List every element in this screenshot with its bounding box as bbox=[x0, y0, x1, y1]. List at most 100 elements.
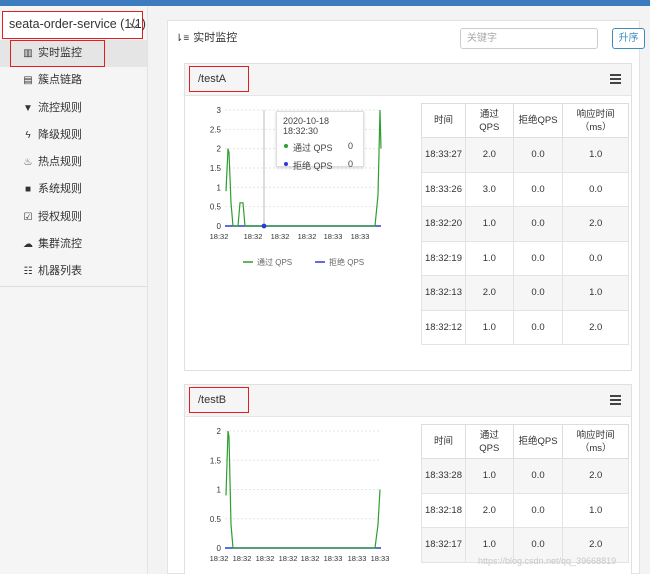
sidebar-item-label: 系统规则 bbox=[38, 183, 82, 196]
x-tick-label: 18:32 bbox=[244, 232, 263, 241]
sidebar-item-auth-rules[interactable]: ☑ 授权规则 bbox=[0, 204, 147, 231]
y-tick-label: 0 bbox=[217, 222, 222, 231]
x-tick-label: 18:33 bbox=[371, 554, 390, 563]
sidebar-menu: ▥ 实时监控 ▤ 簇点链路 ▼ 流控规则 ϟ 降级规则 ♨ 热点规则 ■ 系统规… bbox=[0, 40, 147, 286]
column-header: 时间 bbox=[421, 103, 466, 138]
block-dot-icon bbox=[284, 162, 288, 166]
table-row: 18:32:13 2.0 0.0 1.0 bbox=[421, 275, 629, 311]
sidebar-item-cluster-flow[interactable]: ☁ 集群流控 bbox=[0, 231, 147, 258]
sidebar-item-degrade-rules[interactable]: ϟ 降级规则 bbox=[0, 122, 147, 149]
table-cell: 0.0 bbox=[512, 240, 564, 276]
table-row: 18:32:20 1.0 0.0 2.0 bbox=[421, 206, 629, 242]
table-cell: 1.0 bbox=[562, 492, 629, 528]
table-cell: 0.0 bbox=[512, 206, 564, 242]
table-cell: 2.0 bbox=[562, 458, 629, 494]
table-cell: 18:32:17 bbox=[421, 527, 466, 563]
table-cell: 0.0 bbox=[512, 309, 564, 345]
sidebar-divider bbox=[0, 286, 147, 287]
y-tick-label: 1 bbox=[217, 486, 222, 495]
sidebar-item-flow-rules[interactable]: ▼ 流控规则 bbox=[0, 95, 147, 122]
sort-ascending-button[interactable]: 升序 bbox=[612, 28, 645, 49]
x-tick-label: 18:32 bbox=[210, 232, 229, 241]
table-cell: 18:32:19 bbox=[421, 240, 466, 276]
sidebar: seata-order-service (1/1) ▥ 实时监控 ▤ 簇点链路 … bbox=[0, 6, 148, 574]
tooltip-block-row: 拒绝 QPS 0 bbox=[283, 159, 357, 172]
table-cell: 0.0 bbox=[512, 492, 564, 528]
y-tick-label: 2.5 bbox=[210, 125, 222, 134]
legend-label: 拒绝 QPS bbox=[329, 257, 364, 267]
y-tick-label: 2 bbox=[217, 427, 222, 436]
tooltip-block-value: 0 bbox=[347, 159, 353, 169]
table-cell: 18:32:12 bbox=[421, 309, 466, 345]
tooltip-block-label: 拒绝 QPS bbox=[293, 161, 333, 171]
sidebar-item-label: 流控规则 bbox=[38, 101, 82, 114]
table-cell: 2.0 bbox=[464, 137, 514, 173]
table-cell: 0.0 bbox=[512, 137, 564, 173]
table-cell: 1.0 bbox=[562, 137, 629, 173]
table-cell: 2.0 bbox=[464, 492, 514, 528]
y-tick-label: 1.5 bbox=[210, 164, 222, 173]
search-input[interactable] bbox=[460, 28, 598, 49]
table-cell: 2.0 bbox=[562, 206, 629, 242]
x-tick-label: 18:32 bbox=[279, 554, 298, 563]
x-tick-label: 18:32 bbox=[301, 554, 320, 563]
table-row: 18:33:26 3.0 0.0 0.0 bbox=[421, 171, 629, 207]
app-selector-label: seata-order-service (1/1) bbox=[9, 17, 146, 31]
column-header: 拒绝QPS bbox=[512, 103, 564, 138]
watermark: https://blog.csdn.net/qq_39668819 bbox=[478, 556, 617, 566]
hover-point bbox=[261, 223, 267, 229]
table-cell: 0.0 bbox=[562, 240, 629, 276]
qps-line-chart: 00.511.5218:32 18:32 18:32 18:32 18:32 18:33 1… bbox=[210, 427, 390, 563]
table-row: 18:32:12 1.0 0.0 2.0 bbox=[421, 309, 629, 345]
table-cell: 18:33:26 bbox=[421, 171, 466, 207]
table-cell: 2.0 bbox=[464, 275, 514, 311]
pass-dot-icon bbox=[284, 144, 288, 148]
table-cell: 0.0 bbox=[512, 275, 564, 311]
tooltip-time: 2020-10-18 18:32:30 bbox=[283, 116, 330, 136]
list-icon: ▤ bbox=[23, 75, 33, 87]
table-cell: 18:33:28 bbox=[421, 458, 466, 494]
fire-icon: ♨ bbox=[23, 157, 33, 169]
sidebar-item-cluster-link[interactable]: ▤ 簇点链路 bbox=[0, 67, 147, 94]
table-row: 18:32:18 2.0 0.0 1.0 bbox=[421, 492, 629, 528]
th-list-icon: ☷ bbox=[23, 266, 33, 278]
x-tick-label: 18:33 bbox=[324, 232, 343, 241]
x-tick-label: 18:32 bbox=[210, 554, 229, 563]
y-tick-label: 0 bbox=[217, 544, 222, 553]
y-tick-label: 0.5 bbox=[210, 515, 222, 524]
x-tick-label: 18:32 bbox=[271, 232, 290, 241]
panel-header: /testA bbox=[185, 64, 631, 96]
legend-label: 通过 QPS bbox=[257, 257, 292, 267]
sidebar-item-realtime-monitor[interactable]: ▥ 实时监控 bbox=[0, 40, 147, 68]
table-header-row: 时间 通过 QPS 拒绝QPS 响应时间（ms） bbox=[421, 424, 629, 459]
x-tick-label: 18:33 bbox=[348, 554, 367, 563]
tooltip-pass-row: 通过 QPS 0 bbox=[283, 141, 357, 154]
table-cell: 0.0 bbox=[512, 458, 564, 494]
qps-table: 时间 通过 QPS 拒绝QPS 响应时间（ms） 18:33:27 2.0 0.0 1.0 18… bbox=[421, 103, 629, 345]
x-tick-label: 18:32 bbox=[256, 554, 275, 563]
y-tick-label: 2 bbox=[217, 145, 222, 154]
table-cell: 1.0 bbox=[562, 275, 629, 311]
sidebar-item-machine-list[interactable]: ☷ 机器列表 bbox=[0, 258, 147, 285]
sidebar-item-label: 热点规则 bbox=[38, 156, 82, 169]
table-cell: 1.0 bbox=[464, 206, 514, 242]
tooltip-pass-value: 0 bbox=[347, 141, 353, 151]
sidebar-item-system-rules[interactable]: ■ 系统规则 bbox=[0, 176, 147, 203]
table-cell: 18:32:13 bbox=[421, 275, 466, 311]
y-tick-label: 0.5 bbox=[210, 203, 222, 212]
table-cell: 0.0 bbox=[512, 171, 564, 207]
column-header: 通过 QPS bbox=[464, 424, 514, 459]
table-cell: 1.0 bbox=[464, 309, 514, 345]
hamburger-menu-icon[interactable] bbox=[610, 74, 621, 84]
sidebar-item-label: 机器列表 bbox=[38, 265, 82, 278]
x-tick-label: 18:33 bbox=[324, 554, 343, 563]
sidebar-item-label: 簇点链路 bbox=[38, 74, 82, 87]
app-selector[interactable]: seata-order-service (1/1) bbox=[2, 11, 146, 39]
cloud-icon: ☁ bbox=[23, 239, 33, 251]
filter-icon: ▼ bbox=[23, 102, 33, 114]
hamburger-menu-icon[interactable] bbox=[610, 395, 621, 405]
sidebar-item-hotspot-rules[interactable]: ♨ 热点规则 bbox=[0, 149, 147, 176]
sidebar-item-label: 降级规则 bbox=[38, 128, 82, 141]
qps-table: 时间 通过 QPS 拒绝QPS 响应时间（ms） 18:33:28 1.0 0.0 2.0 18… bbox=[421, 424, 629, 563]
column-header: 响应时间（ms） bbox=[562, 103, 629, 138]
